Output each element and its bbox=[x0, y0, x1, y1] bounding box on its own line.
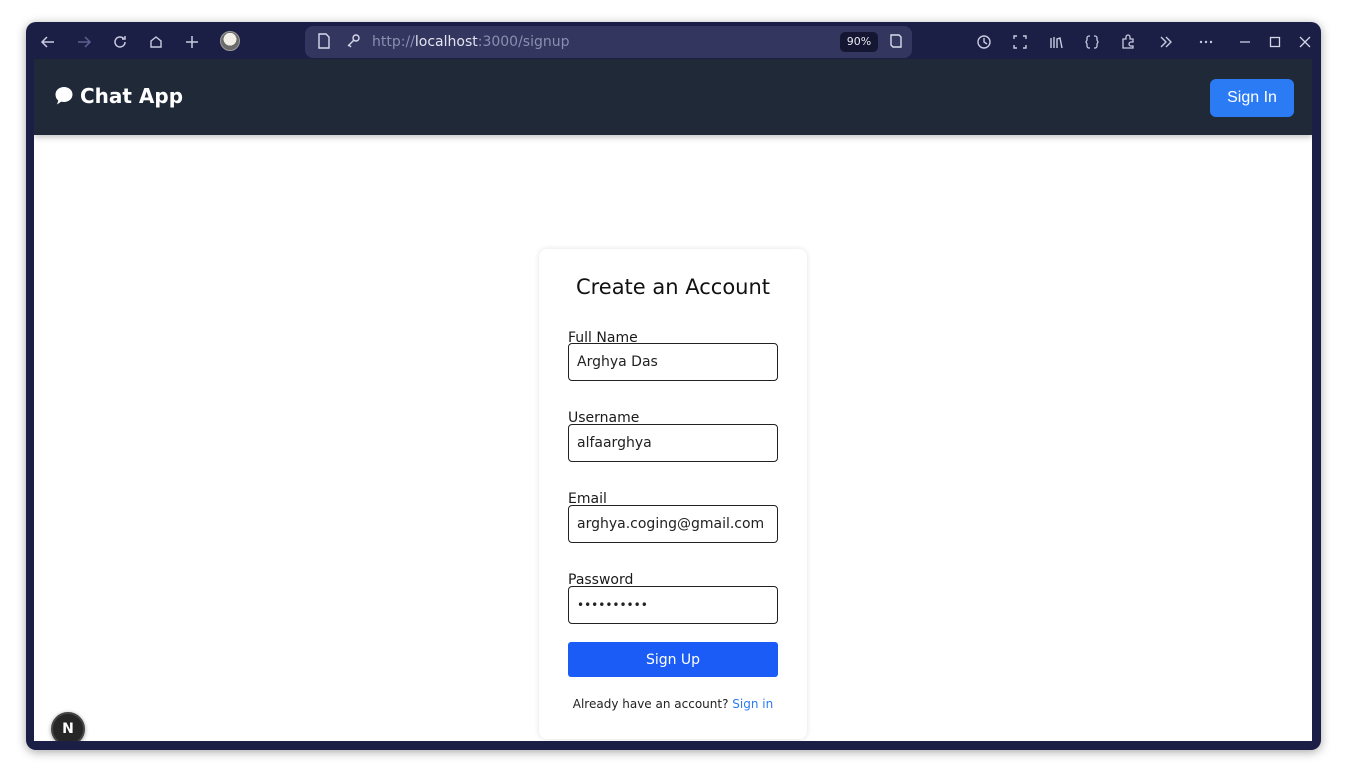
key-icon[interactable] bbox=[345, 33, 361, 53]
browser-window: http://localhost:3000/signup 90% Chat Ap… bbox=[26, 22, 1321, 750]
page-title: Create an Account bbox=[575, 275, 771, 299]
chat-bubble-icon bbox=[55, 87, 73, 105]
new-tab-icon[interactable] bbox=[178, 30, 206, 54]
reload-icon[interactable] bbox=[106, 30, 134, 54]
email-field[interactable]: arghya.coging@gmail.com bbox=[568, 505, 778, 543]
address-bar[interactable]: http://localhost:3000/signup 90% bbox=[305, 26, 912, 58]
forward-icon[interactable] bbox=[70, 30, 98, 54]
minimize-icon[interactable] bbox=[1233, 30, 1257, 54]
url-text[interactable]: http://localhost:3000/signup bbox=[372, 34, 570, 50]
full-name-field[interactable]: Arghya Das bbox=[568, 343, 778, 381]
zoom-badge[interactable]: 90% bbox=[840, 32, 878, 52]
url-path: :3000/signup bbox=[477, 34, 570, 50]
sign-in-button[interactable]: Sign In bbox=[1210, 79, 1294, 117]
app-navbar: Chat App Sign In bbox=[34, 59, 1312, 135]
page-content: Chat App Sign In Create an Account Full … bbox=[34, 59, 1312, 741]
page-icon bbox=[317, 33, 331, 53]
url-scheme: http:// bbox=[372, 34, 415, 50]
url-host: localhost bbox=[414, 34, 478, 50]
back-icon[interactable] bbox=[34, 30, 62, 54]
extensions-icon[interactable] bbox=[1114, 30, 1142, 54]
password-field[interactable]: •••••••••• bbox=[568, 586, 778, 624]
braces-icon[interactable] bbox=[1078, 30, 1106, 54]
brand-name: Chat App bbox=[80, 84, 184, 108]
signup-card: Create an Account Full Name Arghya Das U… bbox=[539, 249, 807, 739]
history-icon[interactable] bbox=[970, 30, 998, 54]
home-icon[interactable] bbox=[142, 30, 170, 54]
close-icon[interactable] bbox=[1293, 30, 1317, 54]
maximize-icon[interactable] bbox=[1263, 30, 1287, 54]
library-icon[interactable] bbox=[1042, 30, 1070, 54]
profile-avatar[interactable] bbox=[220, 31, 240, 51]
menu-dots-icon[interactable] bbox=[1192, 30, 1220, 54]
chevrons-right-icon[interactable] bbox=[1152, 30, 1180, 54]
screenshot-icon[interactable] bbox=[1006, 30, 1034, 54]
reader-mode-icon[interactable] bbox=[889, 33, 903, 53]
username-field[interactable]: alfaarghya bbox=[568, 424, 778, 462]
brand[interactable]: Chat App bbox=[54, 84, 183, 108]
signin-prompt: Already have an account? Sign in bbox=[539, 697, 807, 711]
sign-up-button[interactable]: Sign Up bbox=[568, 642, 778, 677]
sign-in-link[interactable]: Sign in bbox=[732, 697, 773, 711]
signin-prompt-text: Already have an account? bbox=[572, 697, 729, 711]
nextjs-dev-badge[interactable]: N bbox=[51, 712, 85, 741]
browser-toolbar: http://localhost:3000/signup 90% bbox=[26, 22, 1321, 62]
